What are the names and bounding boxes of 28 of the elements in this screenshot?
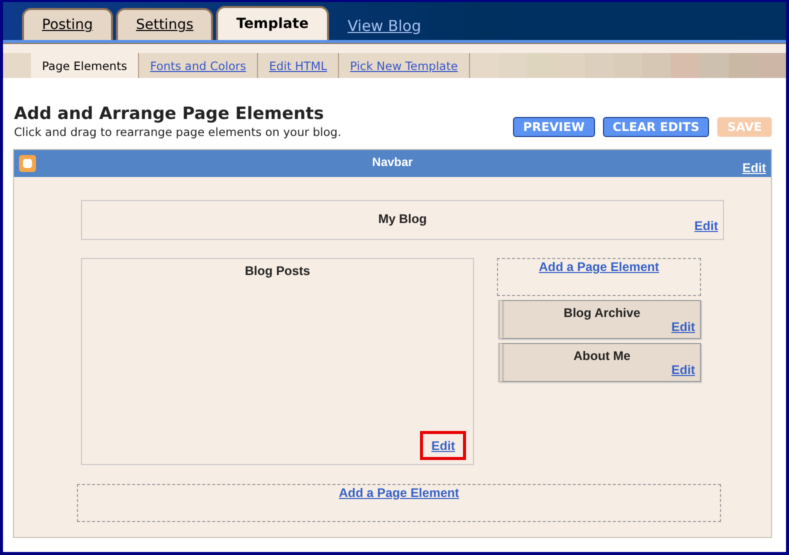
- toolbar-button[interactable]: PREVIEW: [513, 117, 595, 137]
- view-blog-link[interactable]: View Blog: [332, 12, 432, 40]
- instructions-text: Click and drag to rearrange page elements on your blog.: [14, 125, 342, 139]
- tab[interactable]: Template: [216, 6, 329, 40]
- element-title: Blog Posts: [244, 264, 310, 278]
- add-element-link[interactable]: Add a Page Element: [538, 260, 660, 274]
- tab[interactable]: Posting: [22, 8, 113, 40]
- page-title: Add and Arrange Page Elements: [14, 104, 325, 124]
- blogger-logo-icon: [19, 155, 36, 172]
- sub-tab[interactable]: Edit HTML: [258, 53, 340, 78]
- element-title: Blog Archive: [564, 306, 640, 320]
- header-element[interactable]: My Blog Edit: [81, 200, 724, 240]
- element-title: About Me: [574, 349, 630, 363]
- element-title: My Blog: [378, 212, 427, 226]
- widget-element[interactable]: Blog Archive Edit: [498, 300, 701, 339]
- edit-link[interactable]: Edit: [671, 320, 695, 334]
- add-element-link[interactable]: Add a Page Element: [338, 486, 460, 500]
- edit-link[interactable]: Edit: [431, 439, 455, 453]
- sub-tab[interactable]: Page Elements: [31, 53, 140, 78]
- blog-posts-element[interactable]: Blog Posts Edit: [81, 258, 474, 465]
- edit-link[interactable]: Edit: [742, 161, 766, 175]
- tab[interactable]: Settings: [116, 8, 214, 40]
- toolbar-button[interactable]: CLEAR EDITS: [602, 117, 710, 137]
- edit-link[interactable]: Edit: [671, 363, 695, 377]
- widget-element[interactable]: About Me Edit: [498, 343, 701, 382]
- navbar-title: Navbar: [372, 155, 413, 171]
- edit-link[interactable]: Edit: [694, 219, 718, 233]
- sub-tab[interactable]: Fonts and Colors: [139, 53, 258, 78]
